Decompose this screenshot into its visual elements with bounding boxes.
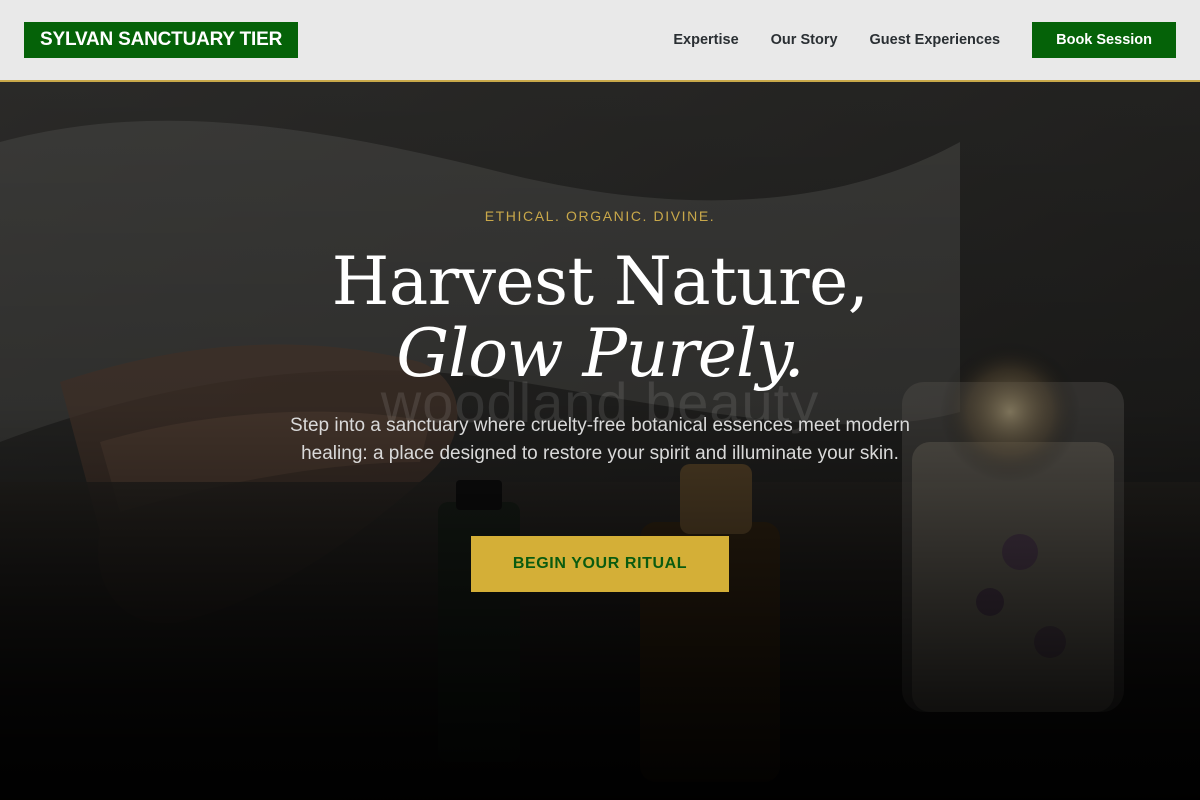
- nav-link-our-story[interactable]: Our Story: [771, 32, 838, 48]
- brand-logo[interactable]: SYLVAN SANCTUARY TIER: [24, 22, 299, 58]
- hero-subtext: Step into a sanctuary where cruelty-free…: [290, 415, 910, 464]
- hero-eyebrow: ETHICAL. ORGANIC. DIVINE.: [484, 208, 716, 224]
- begin-ritual-button[interactable]: BEGIN YOUR RITUAL: [471, 536, 729, 592]
- hero-content: ETHICAL. ORGANIC. DIVINE. woodland beaut…: [0, 82, 1200, 800]
- nav-link-guest-experiences[interactable]: Guest Experiences: [870, 32, 1001, 48]
- nav-link-expertise[interactable]: Expertise: [673, 32, 738, 48]
- hero-headline-line1: Harvest Nature,: [331, 243, 869, 320]
- main-nav: Expertise Our Story Guest Experiences Bo…: [673, 22, 1176, 58]
- hero-headline-line2: Glow Purely.: [396, 315, 804, 392]
- hero-section: ETHICAL. ORGANIC. DIVINE. woodland beaut…: [0, 82, 1200, 800]
- site-header: SYLVAN SANCTUARY TIER Expertise Our Stor…: [0, 0, 1200, 82]
- book-session-button[interactable]: Book Session: [1032, 22, 1176, 58]
